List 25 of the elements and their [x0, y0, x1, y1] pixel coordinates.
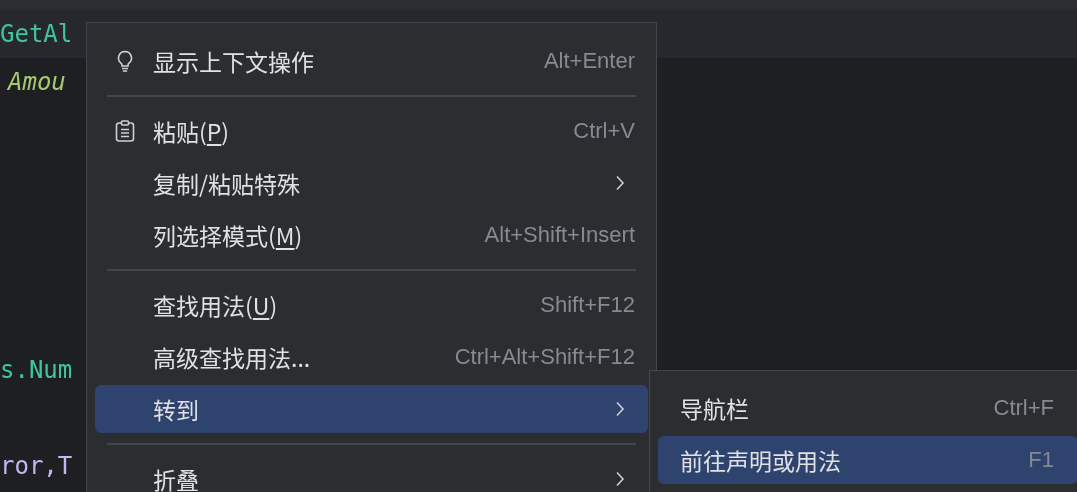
chevron-right-icon	[615, 401, 625, 417]
code-text: ror,T	[0, 452, 73, 480]
shortcut-text: Alt+Enter	[543, 48, 635, 74]
menu-item[interactable]: 前往声明或用法 F1	[658, 436, 1077, 484]
menu-item[interactable]: 显示上下文操作 Alt+Enter	[95, 37, 648, 85]
menu-item[interactable]: 导航栏 Ctrl+F	[658, 384, 1077, 432]
shortcut-text: F1	[1028, 447, 1054, 473]
menu-item[interactable]: 查找用法(U) Shift+F12	[95, 281, 648, 329]
code-text: Amou	[6, 68, 66, 96]
menu-item[interactable]: 粘贴(P) Ctrl+V	[95, 107, 648, 155]
menu-item[interactable]: 列选择模式(M) Alt+Shift+Insert	[95, 211, 648, 259]
menu-item[interactable]: 高级查找用法... Ctrl+Alt+Shift+F12	[95, 333, 648, 381]
menu-item[interactable]: 折叠	[95, 455, 648, 492]
menu-item[interactable]: 转到	[95, 385, 648, 433]
shortcut-text: Ctrl+Alt+Shift+F12	[454, 344, 635, 370]
code-text: s.Num	[0, 356, 73, 384]
shortcut-text: Alt+Shift+Insert	[484, 222, 635, 248]
clipboard-icon	[113, 119, 137, 143]
chevron-right-icon	[615, 175, 625, 191]
chevron-right-icon	[615, 471, 625, 487]
shortcut-text: Shift+F12	[540, 292, 635, 318]
code-text: GetAl	[0, 20, 73, 48]
shortcut-text: Ctrl+F	[993, 395, 1054, 421]
shortcut-text: Ctrl+V	[573, 118, 635, 144]
menu-item[interactable]: 复制/粘贴特殊	[95, 159, 648, 207]
